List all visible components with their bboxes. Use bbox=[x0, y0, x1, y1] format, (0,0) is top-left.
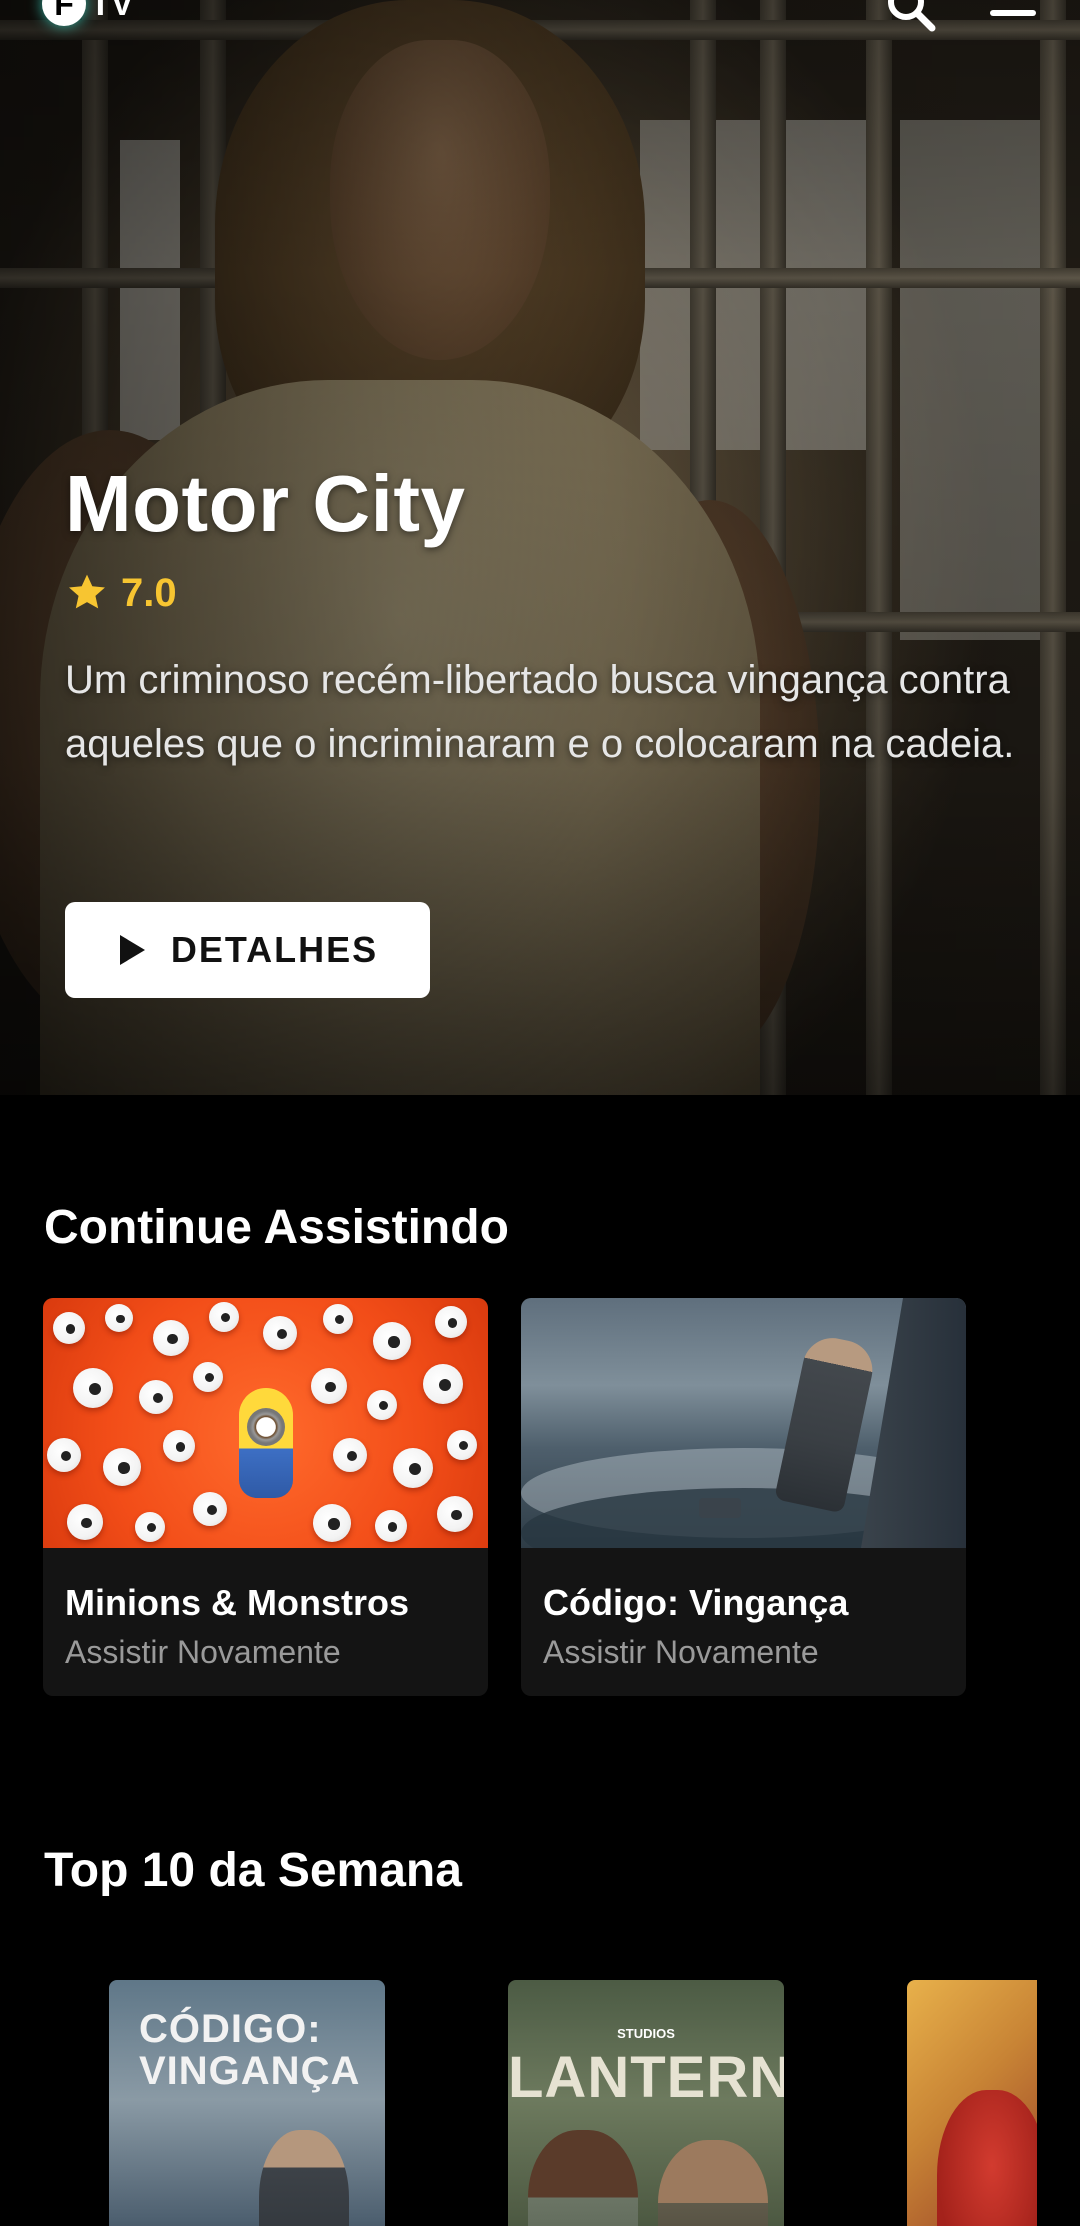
hero-banner[interactable]: Motor City 7.0 Um criminoso recém-libert… bbox=[0, 0, 1080, 1095]
app-page: Motor City 7.0 Um criminoso recém-libert… bbox=[0, 0, 1080, 2226]
logo-word: TV bbox=[90, 0, 134, 23]
play-icon bbox=[119, 935, 145, 965]
hero-description: Um criminoso recém-libertado busca vinga… bbox=[65, 658, 1015, 766]
poster-title: CÓDIGO: VINGANÇA bbox=[139, 2007, 361, 2093]
hero-title: Motor City bbox=[65, 459, 466, 548]
top10-poster[interactable]: STUDIOS LANTERNAS bbox=[508, 1980, 784, 2226]
card-thumbnail bbox=[43, 1298, 488, 1548]
app-logo[interactable]: F TV bbox=[42, 0, 133, 28]
hero-rating: 7.0 bbox=[65, 568, 177, 618]
studio-badge: STUDIOS bbox=[617, 2026, 675, 2041]
details-button-label: DETALHES bbox=[170, 929, 379, 970]
top10-poster[interactable] bbox=[907, 1980, 1037, 2226]
details-button[interactable]: DETALHES bbox=[65, 902, 430, 998]
card-title: Código: Vingança bbox=[543, 1582, 849, 1623]
top-bar: F TV bbox=[0, 0, 1080, 40]
card-subtitle: Assistir Novamente bbox=[65, 1634, 341, 1670]
top10-title: Top 10 da Semana bbox=[44, 1844, 462, 1897]
menu-icon[interactable] bbox=[988, 0, 1038, 32]
rating-value: 7.0 bbox=[121, 570, 177, 615]
card-subtitle: Assistir Novamente bbox=[543, 1634, 819, 1670]
star-icon bbox=[69, 574, 105, 609]
search-icon[interactable] bbox=[886, 0, 938, 32]
poster-title: LANTERNAS bbox=[508, 2045, 784, 2110]
card-title: Minions & Monstros bbox=[65, 1582, 409, 1623]
card-thumbnail bbox=[521, 1298, 966, 1548]
continue-watching-card[interactable]: Minions & Monstros Assistir Novamente bbox=[43, 1298, 488, 1696]
top10-poster[interactable]: CÓDIGO: VINGANÇA bbox=[109, 1980, 385, 2226]
continue-watching-card[interactable]: Código: Vingança Assistir Novamente bbox=[521, 1298, 966, 1696]
continue-watching-title: Continue Assistindo bbox=[44, 1201, 509, 1254]
logo-mark: F bbox=[42, 0, 86, 26]
